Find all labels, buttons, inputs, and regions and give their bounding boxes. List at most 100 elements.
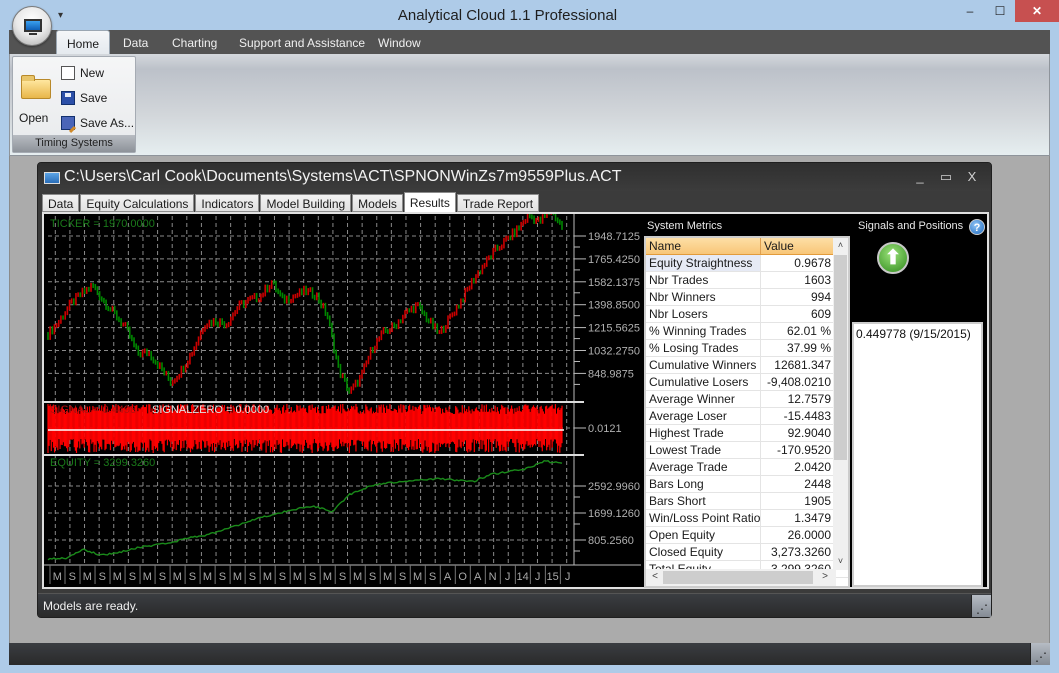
metrics-rows: Equity Straightness 0.9678 Nbr Trades 1603 N… [646,255,848,578]
x-tick-label: M [353,571,362,583]
document-title-bar[interactable]: C:\Users\Carl Cook\Documents\Systems\ACT… [38,163,991,191]
save-as-button[interactable]: Save As... [61,113,134,133]
tab-trade-report[interactable]: Trade Report [456,194,540,212]
minimize-button[interactable]: ‒ [955,0,985,22]
metric-name: Average Winner [646,391,761,407]
resize-grip-icon[interactable] [971,595,991,617]
metrics-row[interactable]: Highest Trade 92.9040 [646,425,848,442]
metric-value: 1905 [804,494,831,508]
tab-model-building[interactable]: Model Building [260,194,352,212]
scroll-thumb[interactable] [834,255,847,460]
metrics-row[interactable]: Average Winner 12.7579 [646,391,848,408]
x-tick-label: M [113,571,122,583]
metric-value: 994 [810,290,831,304]
save-icon [61,91,75,105]
metrics-row[interactable]: Nbr Trades 1603 [646,272,848,289]
metrics-row[interactable]: Equity Straightness 0.9678 [646,255,848,272]
y-tick-label: 2592.9960 [588,481,640,493]
metrics-vertical-scrollbar[interactable]: ˄ ˅ [833,238,848,570]
tab-home[interactable]: Home [56,30,111,55]
x-tick-label: M [293,571,302,583]
y-tick-label: 1948.7125 [588,231,640,243]
tab-indicators[interactable]: Indicators [195,194,260,212]
scroll-left-icon[interactable]: < [648,571,662,582]
signals-title: Signals and Positions [858,220,964,232]
metrics-row[interactable]: Win/Loss Point Ratio 1.3479 [646,510,848,527]
quick-access-dropdown-icon[interactable]: ▾ [58,10,63,21]
doc-close-button[interactable]: X [959,169,985,185]
y-tick-label: 1582.1375 [588,277,640,289]
x-tick-label: S [279,571,286,583]
tab-equity-calculations[interactable]: Equity Calculations [80,194,195,212]
tab-results[interactable]: Results [403,192,456,212]
x-tick-label: M [143,571,152,583]
metric-value: 609 [810,307,831,321]
tab-support[interactable]: Support and Assistance [229,30,375,54]
x-tick-label: 14 [517,571,529,583]
column-header-name[interactable]: Name [646,238,761,254]
document-path: C:\Users\Carl Cook\Documents\Systems\ACT… [64,168,622,185]
tab-window[interactable]: Window [368,30,431,54]
new-button[interactable]: New [61,63,104,83]
scroll-up-icon[interactable]: ˄ [833,240,848,254]
system-document-window: C:\Users\Carl Cook\Documents\Systems\ACT… [37,162,992,618]
signal-zero-label: SIGNALZERO = 0.0000 [152,404,269,416]
maximize-button[interactable]: ☐ [985,0,1015,22]
metrics-row[interactable]: Nbr Winners 994 [646,289,848,306]
results-panel: 1948.7125 1765.4250 1582.1375 1398.8500 1215… [42,212,989,589]
metric-name: Lowest Trade [646,442,761,458]
tab-models[interactable]: Models [352,194,403,212]
metrics-row[interactable]: Closed Equity 3,273.3260 [646,544,848,561]
metrics-row[interactable]: Cumulative Losers -9,408.0210 [646,374,848,391]
close-button[interactable]: ✕ [1015,0,1059,22]
metrics-row[interactable]: Average Loser -15.4483 [646,408,848,425]
metrics-row[interactable]: Nbr Losers 609 [646,306,848,323]
metric-name: Bars Short [646,493,761,509]
column-header-value[interactable]: Value [761,238,833,254]
x-tick-label: J [535,571,541,583]
metric-value: 37.99 % [786,341,831,355]
results-chart[interactable]: 1948.7125 1765.4250 1582.1375 1398.8500 1215… [44,214,641,589]
open-button[interactable]: Open [17,69,53,125]
scroll-down-icon[interactable]: ˅ [833,556,848,570]
signal-value-box: 0.449778 (9/15/2015) [852,322,983,587]
tab-data[interactable]: Data [113,30,158,54]
tab-data[interactable]: Data [42,194,80,212]
metrics-row[interactable]: Average Trade 2.0420 [646,459,848,476]
x-tick-label: M [383,571,392,583]
metrics-row[interactable]: Lowest Trade -170.9520 [646,442,848,459]
metrics-row[interactable]: Open Equity 26.0000 [646,527,848,544]
doc-minimize-button[interactable]: _ [907,169,933,185]
horizontal-scroll-thumb[interactable] [663,571,813,584]
save-as-icon [61,116,75,130]
metrics-row[interactable]: % Losing Trades 37.99 % [646,340,848,357]
metrics-row[interactable]: Bars Long 2448 [646,476,848,493]
app-resize-grip-icon[interactable] [1030,643,1050,665]
x-tick-label: S [249,571,256,583]
metric-value: 3,273.3260 [770,545,831,559]
status-text: Models are ready. [43,599,139,613]
chart-canvas[interactable]: 1948.7125 1765.4250 1582.1375 1398.8500 1215… [44,214,641,589]
x-tick-label: M [413,571,422,583]
x-tick-label: S [99,571,106,583]
metrics-row[interactable]: % Winning Trades 62.01 % [646,323,848,340]
new-file-icon [61,66,75,80]
metrics-row[interactable]: Cumulative Winners 12681.347 [646,357,848,374]
scroll-right-icon[interactable]: > [818,571,832,582]
metric-value: 62.01 % [786,324,831,338]
x-tick-label: M [83,571,92,583]
metrics-horizontal-scrollbar[interactable]: < > [646,569,836,586]
y-tick-label: 1398.8500 [588,300,640,312]
metric-name: % Winning Trades [646,323,761,339]
metrics-row[interactable]: Bars Short 1905 [646,493,848,510]
help-icon[interactable]: ? [969,219,985,235]
doc-maximize-button[interactable]: ▭ [933,169,959,185]
tab-charting[interactable]: Charting [162,30,227,54]
save-button[interactable]: Save [61,88,107,108]
application-menu-button[interactable] [12,6,52,46]
x-tick-label: J [565,571,571,583]
metric-name: Average Loser [646,408,761,424]
equity-line [47,459,563,561]
open-label: Open [19,111,49,125]
long-signal-arrow-icon: ⬆ [877,242,909,274]
